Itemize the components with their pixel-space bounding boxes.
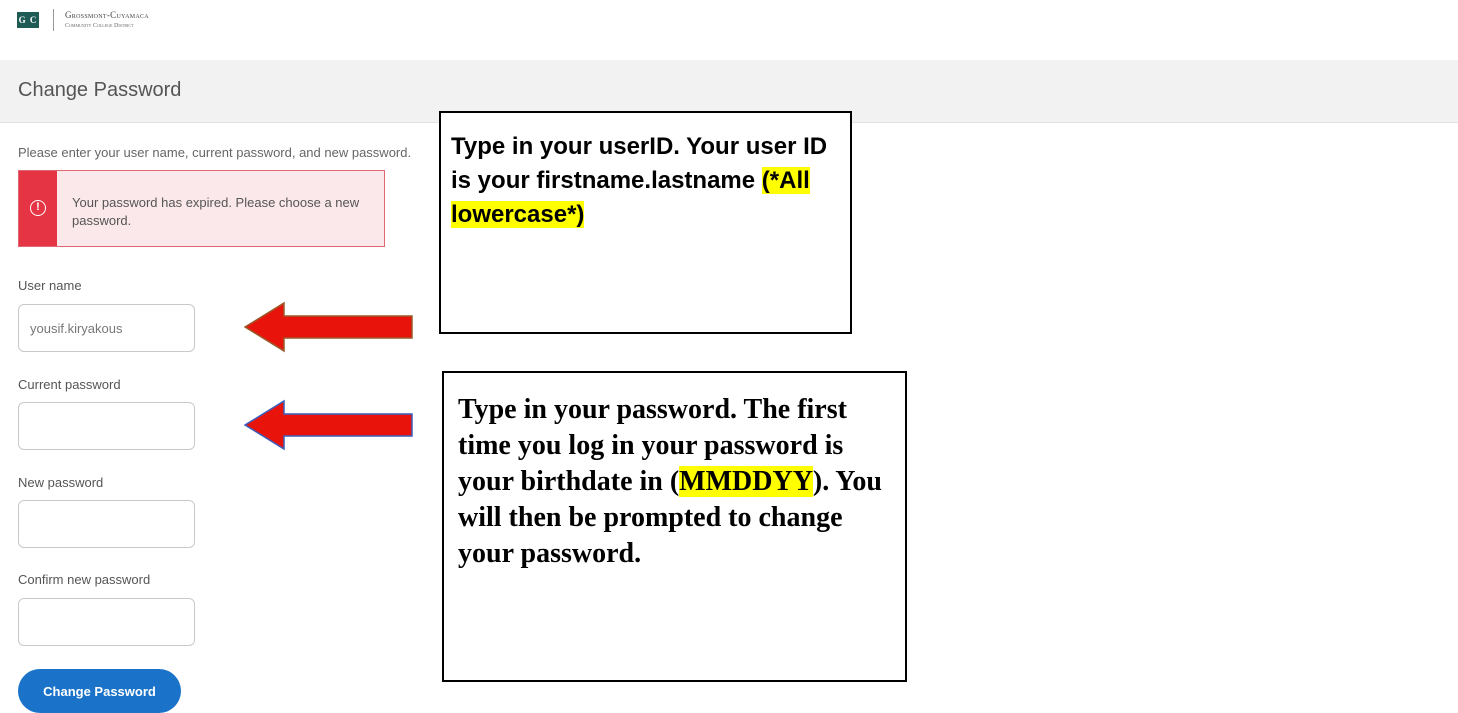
new-password-label: New password [18, 475, 104, 490]
page-title: Change Password [18, 79, 182, 101]
password-callout-highlight: MMDDYY [679, 466, 813, 497]
arrow-pointing-current-password-icon [244, 399, 413, 451]
logo-line-1: Grossmont-Cuyamaca [65, 10, 149, 20]
password-callout: Type in your password. The first time yo… [442, 371, 907, 682]
exclamation-circle-icon: ! [30, 200, 46, 216]
alert-accent-bar: ! [19, 171, 57, 246]
userid-callout-text: Type in your userID. Your user ID is you… [451, 130, 841, 232]
current-password-input[interactable] [18, 402, 195, 450]
new-password-input[interactable] [18, 500, 195, 548]
userid-callout: Type in your userID. Your user ID is you… [439, 111, 852, 334]
alert-message: Your password has expired. Please choose… [72, 195, 360, 228]
password-expired-alert: ! Your password has expired. Please choo… [18, 170, 385, 247]
logo-divider [53, 9, 54, 31]
username-label: User name [18, 278, 82, 293]
confirm-password-input[interactable] [18, 598, 195, 646]
logo-wordmark: Grossmont-Cuyamaca Community College Dis… [65, 10, 149, 30]
logo-mark-icon: G C [17, 12, 39, 28]
confirm-password-label: Confirm new password [18, 572, 151, 587]
arrow-pointing-username-icon [244, 301, 413, 353]
current-password-label: Current password [18, 377, 121, 392]
instructions-text: Please enter your user name, current pas… [18, 145, 412, 160]
district-logo: G C Grossmont-Cuyamaca Community College… [17, 8, 149, 32]
username-input[interactable] [18, 304, 195, 352]
password-callout-text: Type in your password. The first time yo… [458, 392, 898, 572]
logo-line-2: Community College District [65, 23, 134, 29]
change-password-button[interactable]: Change Password [18, 669, 181, 713]
